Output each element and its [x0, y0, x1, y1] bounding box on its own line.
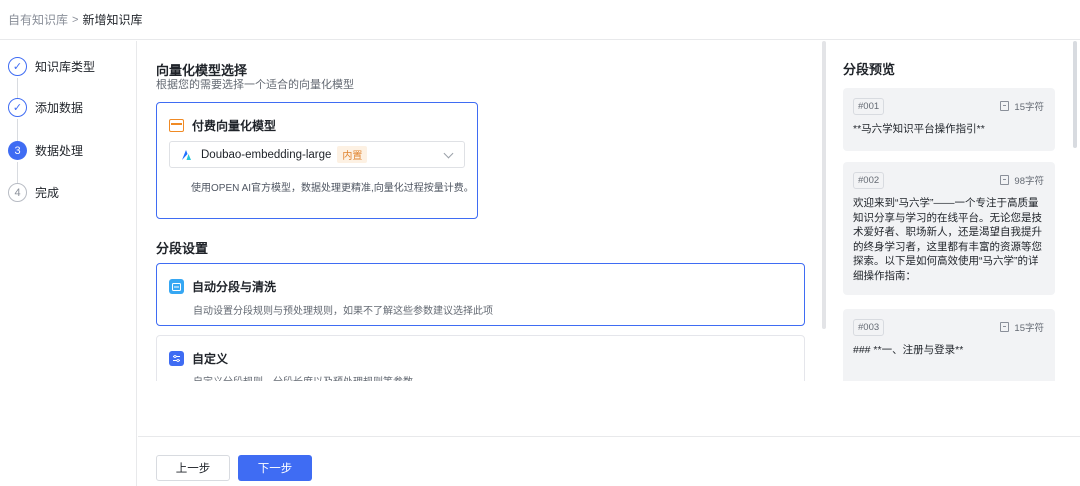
document-icon — [1000, 101, 1010, 111]
preview-title: 分段预览 — [843, 62, 896, 77]
step-connector — [17, 78, 18, 98]
chunk-id-badge: #001 — [853, 98, 885, 115]
selected-model-name: Doubao-embedding-large — [201, 148, 332, 161]
step-label: 添加数据 — [35, 101, 84, 115]
card-payment-icon — [169, 119, 184, 132]
step-number-badge: 3 — [8, 141, 27, 160]
doubao-logo-icon — [180, 148, 193, 161]
chunk-char-count: 15字符 — [1000, 320, 1044, 334]
chunk-text: **马六学知识平台操作指引** — [853, 123, 985, 135]
preview-scrollbar[interactable] — [1073, 41, 1077, 148]
option-title: 自动分段与清洗 — [192, 280, 277, 294]
document-icon — [1000, 322, 1010, 332]
step-connector — [17, 162, 18, 183]
breadcrumb-parent-link[interactable]: 自有知识库 — [8, 11, 68, 28]
chunk-id-badge: #002 — [853, 172, 885, 189]
segment-option-auto[interactable]: 自动分段与清洗 自动设置分段规则与预处理规则，如果不了解这些参数建议选择此项 — [156, 263, 805, 326]
step-label: 知识库类型 — [35, 60, 96, 74]
step-add-data[interactable]: ✓ 添加数据 — [8, 98, 83, 117]
chunk-id-badge: #003 — [853, 319, 885, 336]
prev-step-button[interactable]: 上一步 — [156, 455, 230, 481]
next-step-button[interactable]: 下一步 — [238, 455, 312, 481]
option-description: 自定义分段规则、分段长度以及预处理规则等参数 — [193, 373, 413, 381]
document-icon — [1000, 175, 1010, 185]
chevron-down-icon — [443, 148, 454, 159]
check-icon: ✓ — [8, 98, 27, 117]
main-scrollbar[interactable] — [822, 41, 826, 329]
step-finish: 4 完成 — [8, 183, 59, 202]
breadcrumb-current: 新增知识库 — [82, 13, 143, 27]
builtin-tag: 内置 — [337, 146, 368, 163]
breadcrumb-separator: > — [72, 13, 79, 26]
preview-chunk: #003 15字符 ### **一、注册与登录** — [843, 309, 1055, 381]
step-connector — [17, 119, 18, 141]
segment-preview-panel: 分段预览 #001 15字符 **马六学知识平台操作指引** #002 98字符… — [828, 41, 1080, 381]
step-number-badge: 4 — [8, 183, 27, 202]
option-description: 自动设置分段规则与预处理规则，如果不了解这些参数建议选择此项 — [193, 306, 493, 317]
vector-model-subtitle: 根据您的需要选择一个适合的向量化模型 — [156, 79, 354, 91]
sliders-icon — [169, 351, 184, 366]
preview-chunk: #001 15字符 **马六学知识平台操作指引** — [843, 88, 1055, 151]
model-select[interactable]: Doubao-embedding-large 内置 — [169, 141, 465, 168]
paid-vector-model-card[interactable]: 付费向量化模型 Doubao-embedding-large 内置 使用OPEN… — [156, 102, 478, 219]
bottom-action-bar: 上一步 下一步 — [138, 436, 1080, 486]
breadcrumb: 自有知识库 > 新增知识库 — [0, 0, 1080, 40]
segment-option-custom[interactable]: 自定义 自定义分段规则、分段长度以及预处理规则等参数 — [156, 335, 805, 381]
chunk-char-count: 98字符 — [1000, 173, 1044, 187]
model-card-title: 付费向量化模型 — [192, 119, 277, 133]
step-data-processing: 3 数据处理 — [8, 141, 83, 160]
preview-chunk: #002 98字符 欢迎来到“马六学”——一个专注于高质量知识分享与学习的在线平… — [843, 162, 1055, 295]
step-label: 完成 — [35, 186, 60, 200]
auto-segment-icon — [169, 279, 184, 294]
check-icon: ✓ — [8, 57, 27, 76]
option-title: 自定义 — [192, 352, 229, 366]
chunk-text: 欢迎来到“马六学”——一个专注于高质量知识分享与学习的在线平台。无论您是技术爱好… — [853, 197, 1042, 282]
model-description: 使用OPEN AI官方模型，数据处理更精准,向量化过程按量计费。 — [191, 183, 474, 194]
main-content: 向量化模型选择 根据您的需要选择一个适合的向量化模型 付费向量化模型 Douba… — [138, 41, 822, 381]
chunk-char-count: 15字符 — [1000, 99, 1044, 113]
chunk-text: ### **一、注册与登录** — [853, 344, 964, 356]
step-knowledge-type[interactable]: ✓ 知识库类型 — [8, 57, 95, 76]
segment-settings-title: 分段设置 — [156, 241, 209, 256]
step-label: 数据处理 — [35, 144, 84, 158]
step-sidebar: ✓ 知识库类型 ✓ 添加数据 3 数据处理 4 完成 — [0, 41, 137, 486]
